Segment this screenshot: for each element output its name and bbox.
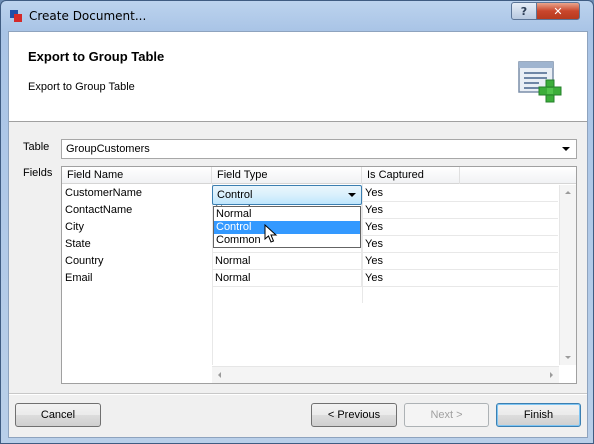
title-bar: Create Document... ? ✕: [1, 1, 593, 31]
table-select[interactable]: GroupCustomers: [61, 139, 577, 159]
scroll-down-icon[interactable]: [565, 356, 571, 359]
dropdown-option-control[interactable]: Control: [214, 221, 360, 234]
dropdown-option-normal[interactable]: Normal: [214, 208, 360, 221]
field-name-cell: ContactName: [65, 204, 133, 216]
window-title: Create Document...: [29, 9, 147, 23]
footer-divider: [9, 393, 587, 395]
field-type-dropdown: Normal Control Common: [213, 206, 361, 248]
is-captured-cell[interactable]: Yes: [362, 202, 558, 219]
field-name-cell: CustomerName: [65, 187, 143, 199]
mouse-cursor-icon: [264, 224, 278, 243]
app-icon: [10, 10, 22, 22]
table-select-value: GroupCustomers: [66, 143, 150, 155]
table-row[interactable]: Country Normal Yes: [62, 253, 558, 270]
is-captured-cell[interactable]: Yes: [362, 236, 558, 253]
field-type-cell[interactable]: Normal: [212, 253, 362, 270]
header-title: Export to Group Table: [28, 49, 165, 64]
fields-grid: Field Name Field Type Is Captured Custom…: [61, 166, 577, 384]
field-name-cell: Email: [65, 272, 93, 284]
scroll-left-icon[interactable]: [218, 372, 221, 378]
field-type-cell[interactable]: Normal: [212, 270, 362, 287]
next-button[interactable]: Next >: [404, 403, 489, 427]
horizontal-scrollbar[interactable]: [212, 366, 559, 383]
is-captured-cell[interactable]: Yes: [362, 253, 558, 270]
field-name-cell: State: [65, 238, 91, 250]
close-button[interactable]: ✕: [536, 2, 580, 20]
dropdown-option-common[interactable]: Common: [214, 234, 360, 247]
is-captured-cell[interactable]: Yes: [362, 270, 558, 287]
grid-header: Field Name Field Type Is Captured: [62, 167, 576, 184]
table-row[interactable]: Email Normal Yes: [62, 270, 558, 287]
header-subtitle: Export to Group Table: [28, 81, 135, 93]
vertical-scrollbar[interactable]: [559, 185, 576, 365]
chevron-down-icon[interactable]: [348, 193, 356, 197]
fields-label: Fields: [23, 167, 53, 179]
field-type-select-value: Control: [217, 189, 253, 201]
scroll-up-icon[interactable]: [565, 191, 571, 194]
dialog-window: Create Document... ? ✕ Export to Group T…: [0, 0, 594, 444]
dialog-client: Export to Group Table Export to Group Ta…: [8, 31, 588, 438]
table-label: Table: [23, 141, 50, 153]
table-add-icon: [518, 61, 562, 103]
column-header-field-type[interactable]: Field Type: [212, 167, 362, 184]
field-name-cell: City: [65, 221, 84, 233]
previous-button[interactable]: < Previous: [311, 403, 397, 427]
scroll-right-icon[interactable]: [550, 372, 553, 378]
is-captured-cell[interactable]: Yes: [362, 219, 558, 236]
wizard-header: Export to Group Table Export to Group Ta…: [9, 32, 587, 122]
cancel-button[interactable]: Cancel: [15, 403, 101, 427]
finish-button[interactable]: Finish: [496, 403, 581, 427]
is-captured-cell[interactable]: Yes: [362, 185, 558, 202]
column-header-is-captured[interactable]: Is Captured: [362, 167, 460, 184]
chevron-down-icon[interactable]: [562, 147, 570, 151]
column-header-field-name[interactable]: Field Name: [62, 167, 212, 184]
field-name-cell: Country: [65, 255, 104, 267]
help-button[interactable]: ?: [511, 2, 537, 20]
field-type-select[interactable]: Control: [212, 185, 362, 205]
